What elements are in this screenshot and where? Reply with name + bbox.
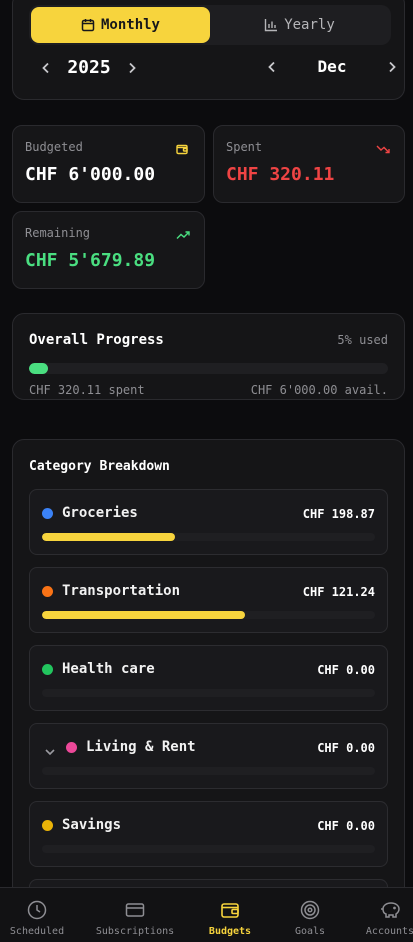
category-progress-fill (42, 533, 176, 541)
chevron-down-icon[interactable] (44, 742, 56, 761)
category-name: Transportation (62, 583, 181, 599)
budgeted-card: Budgeted CHF 6'000.00 (12, 125, 205, 203)
category-progress-track (42, 845, 375, 853)
period-toggle: Monthly Yearly (29, 5, 391, 45)
year-navigator: 2025 (37, 57, 141, 78)
yearly-label: Yearly (284, 17, 335, 33)
wallet-icon (220, 900, 240, 920)
spent-card: Spent CHF 320.11 (213, 125, 405, 203)
piggy-bank-icon (379, 900, 401, 920)
target-icon (300, 900, 320, 920)
overall-progress-title: Overall Progress (29, 332, 164, 348)
category-name: Savings (62, 817, 122, 833)
next-month-button[interactable] (383, 58, 401, 76)
overall-progress-fill (29, 363, 49, 374)
category-name: Health care (62, 661, 155, 677)
category-progress-track (42, 611, 375, 619)
credit-card-icon (125, 900, 145, 920)
tab-label: Subscriptions (95, 926, 175, 937)
trending-up-icon (176, 226, 190, 240)
monthly-tab[interactable]: Monthly (31, 7, 210, 43)
next-year-button[interactable] (123, 59, 141, 77)
category-color-dot (66, 742, 77, 753)
category-item-savings[interactable]: Savings CHF 0.00 (29, 801, 388, 867)
previous-month-button[interactable] (263, 58, 281, 76)
category-amount: CHF 0.00 (317, 741, 375, 755)
tab-budgets[interactable]: Budgets (200, 888, 260, 942)
category-item-transportation[interactable]: Transportation CHF 121.24 (29, 567, 388, 633)
overall-progress-track (29, 363, 388, 374)
category-color-dot (42, 820, 53, 831)
spent-label: Spent (226, 140, 263, 154)
overall-spent-text: CHF 320.11 spent (29, 383, 145, 397)
tab-accounts[interactable]: Accounts (360, 888, 413, 942)
tab-label: Goals (294, 926, 326, 937)
category-color-dot (42, 508, 53, 519)
bottom-navigation: Scheduled Subscriptions Budgets Goals Ac… (0, 887, 413, 942)
overall-available-text: CHF 6'000.00 avail. (250, 383, 388, 397)
category-amount: CHF 198.87 (302, 507, 375, 521)
category-name: Groceries (62, 505, 138, 521)
overall-used-percent: 5% used (337, 333, 388, 347)
category-item-health-care[interactable]: Health care CHF 0.00 (29, 645, 388, 711)
previous-year-button[interactable] (37, 59, 55, 77)
year-value: 2025 (67, 57, 111, 78)
wallet-icon (176, 140, 190, 155)
bar-chart-icon (264, 18, 278, 32)
budgeted-label: Budgeted (25, 140, 83, 154)
overall-progress-card: Overall Progress 5% used CHF 320.11 spen… (12, 313, 405, 400)
trending-down-icon (376, 140, 390, 154)
category-item-groceries[interactable]: Groceries CHF 198.87 (29, 489, 388, 555)
yearly-tab[interactable]: Yearly (210, 7, 389, 43)
category-name: Living & Rent (86, 739, 196, 755)
category-progress-fill (42, 611, 246, 619)
category-item-living-rent[interactable]: Living & Rent CHF 0.00 (29, 723, 388, 789)
tab-label: Accounts (365, 926, 413, 937)
remaining-value: CHF 5'679.89 (25, 250, 156, 271)
category-color-dot (42, 586, 53, 597)
category-progress-track (42, 533, 375, 541)
month-value: Dec (317, 57, 347, 76)
tab-goals[interactable]: Goals (285, 888, 335, 942)
tab-label: Budgets (208, 926, 252, 937)
category-amount: CHF 0.00 (317, 819, 375, 833)
budgeted-value: CHF 6'000.00 (25, 164, 156, 185)
category-progress-track (42, 767, 375, 775)
tab-scheduled[interactable]: Scheduled (0, 888, 74, 942)
calendar-icon (81, 18, 95, 32)
remaining-label: Remaining (25, 226, 91, 240)
period-selector-card: Monthly Yearly 2025 Dec (12, 0, 405, 100)
category-progress-track (42, 689, 375, 697)
spent-value: CHF 320.11 (226, 164, 335, 185)
clock-icon (27, 900, 47, 920)
category-breakdown-card: Category Breakdown Groceries CHF 198.87 … (12, 439, 405, 942)
category-amount: CHF 0.00 (317, 663, 375, 677)
monthly-label: Monthly (100, 17, 160, 33)
category-amount: CHF 121.24 (302, 585, 375, 599)
category-breakdown-title: Category Breakdown (29, 459, 170, 474)
tab-label: Scheduled (9, 926, 65, 937)
remaining-card: Remaining CHF 5'679.89 (12, 211, 205, 289)
category-color-dot (42, 664, 53, 675)
tab-subscriptions[interactable]: Subscriptions (90, 888, 180, 942)
month-navigator: Dec (263, 57, 401, 76)
